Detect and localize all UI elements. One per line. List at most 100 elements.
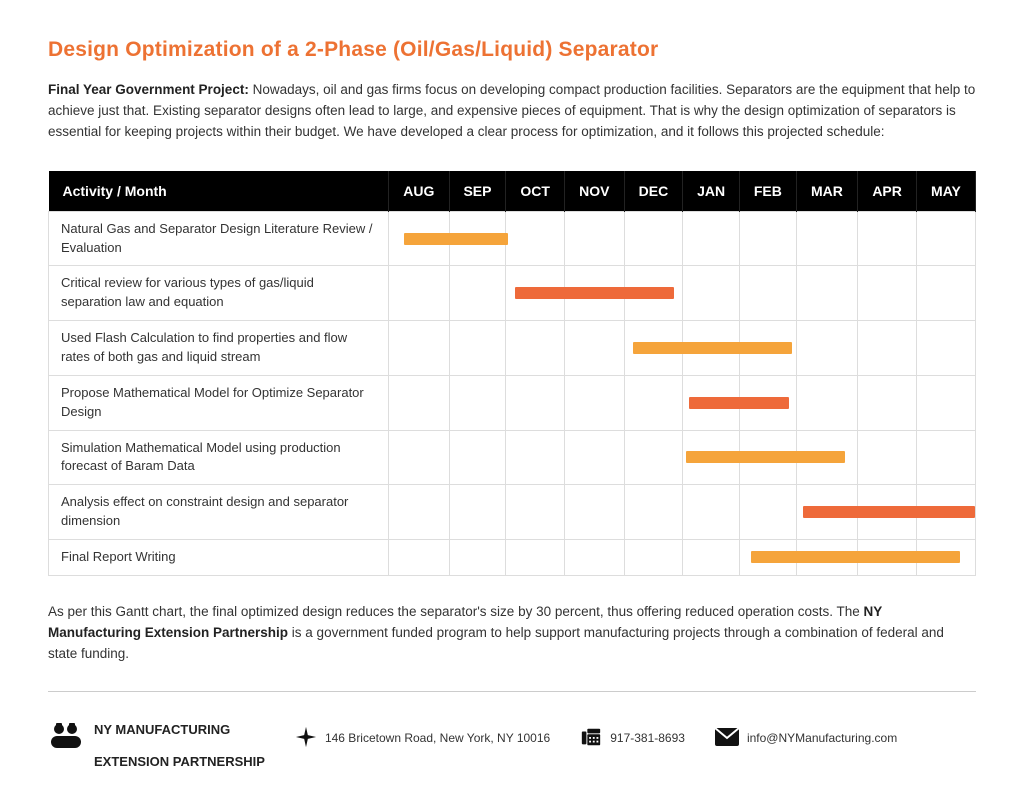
org-block: NY MANUFACTURING EXTENSION PARTNERSHIP: [48, 706, 265, 771]
month-cell: [449, 211, 506, 266]
month-cell: [683, 430, 740, 485]
month-cell: [449, 539, 506, 575]
month-cell: [506, 485, 565, 540]
col-month: SEP: [449, 171, 506, 212]
month-cell: [796, 211, 858, 266]
month-cell: [916, 211, 975, 266]
activity-cell: Propose Mathematical Model for Optimize …: [49, 375, 389, 430]
month-cell: [683, 539, 740, 575]
month-cell: [739, 211, 796, 266]
month-cell: [739, 321, 796, 376]
month-cell: [389, 266, 450, 321]
month-cell: [564, 211, 624, 266]
month-cell: [506, 321, 565, 376]
activity-cell: Final Report Writing: [49, 539, 389, 575]
month-cell: [624, 485, 683, 540]
month-cell: [564, 266, 624, 321]
month-cell: [683, 485, 740, 540]
month-cell: [739, 430, 796, 485]
table-row: Propose Mathematical Model for Optimize …: [49, 375, 976, 430]
people-icon: [48, 720, 84, 756]
table-row: Natural Gas and Separator Design Literat…: [49, 211, 976, 266]
month-cell: [506, 375, 565, 430]
footer-divider: [48, 691, 976, 692]
month-cell: [506, 211, 565, 266]
gantt-table: Activity / Month AUG SEP OCT NOV DEC JAN…: [48, 171, 976, 576]
email-text: info@NYManufacturing.com: [747, 731, 897, 745]
col-month: MAR: [796, 171, 858, 212]
month-cell: [624, 266, 683, 321]
col-activity: Activity / Month: [49, 171, 389, 212]
month-cell: [796, 539, 858, 575]
month-cell: [858, 430, 917, 485]
month-cell: [916, 375, 975, 430]
month-cell: [796, 375, 858, 430]
intro-paragraph: Final Year Government Project: Nowadays,…: [48, 80, 976, 143]
month-cell: [624, 211, 683, 266]
month-cell: [564, 430, 624, 485]
month-cell: [506, 539, 565, 575]
org-line2: EXTENSION PARTNERSHIP: [94, 754, 265, 769]
outro-paragraph: As per this Gantt chart, the final optim…: [48, 602, 976, 665]
table-row: Analysis effect on constraint design and…: [49, 485, 976, 540]
address-text: 146 Bricetown Road, New York, NY 10016: [325, 731, 550, 745]
month-cell: [916, 321, 975, 376]
table-row: Critical review for various types of gas…: [49, 266, 976, 321]
month-cell: [389, 485, 450, 540]
page-title: Design Optimization of a 2-Phase (Oil/Ga…: [48, 38, 976, 62]
month-cell: [389, 430, 450, 485]
month-cell: [916, 485, 975, 540]
month-cell: [739, 539, 796, 575]
month-cell: [389, 539, 450, 575]
month-cell: [683, 321, 740, 376]
col-month: AUG: [389, 171, 450, 212]
footer: NY MANUFACTURING EXTENSION PARTNERSHIP 1…: [48, 706, 976, 771]
month-cell: [449, 430, 506, 485]
month-cell: [624, 321, 683, 376]
compass-icon: [295, 726, 317, 751]
month-cell: [564, 539, 624, 575]
month-cell: [739, 266, 796, 321]
month-cell: [858, 539, 917, 575]
table-row: Final Report Writing: [49, 539, 976, 575]
month-cell: [683, 211, 740, 266]
month-cell: [449, 266, 506, 321]
month-cell: [389, 321, 450, 376]
intro-bold: Final Year Government Project:: [48, 82, 249, 97]
activity-cell: Simulation Mathematical Model using prod…: [49, 430, 389, 485]
table-row: Used Flash Calculation to find propertie…: [49, 321, 976, 376]
month-cell: [564, 375, 624, 430]
address-block: 146 Bricetown Road, New York, NY 10016: [295, 726, 550, 751]
envelope-icon: [715, 728, 739, 749]
month-cell: [683, 266, 740, 321]
fax-icon: [580, 726, 602, 751]
month-cell: [564, 485, 624, 540]
month-cell: [683, 375, 740, 430]
month-cell: [506, 266, 565, 321]
month-cell: [624, 375, 683, 430]
month-cell: [858, 266, 917, 321]
month-cell: [389, 211, 450, 266]
month-cell: [858, 485, 917, 540]
email-block: info@NYManufacturing.com: [715, 728, 897, 749]
month-cell: [624, 539, 683, 575]
col-month: MAY: [916, 171, 975, 212]
col-month: OCT: [506, 171, 565, 212]
outro-pre: As per this Gantt chart, the final optim…: [48, 604, 864, 619]
month-cell: [739, 375, 796, 430]
activity-cell: Natural Gas and Separator Design Literat…: [49, 211, 389, 266]
month-cell: [506, 430, 565, 485]
col-month: DEC: [624, 171, 683, 212]
month-cell: [796, 321, 858, 376]
month-cell: [858, 321, 917, 376]
month-cell: [796, 430, 858, 485]
month-cell: [796, 266, 858, 321]
month-cell: [449, 321, 506, 376]
col-month: APR: [858, 171, 917, 212]
month-cell: [564, 321, 624, 376]
col-month: NOV: [564, 171, 624, 212]
month-cell: [916, 266, 975, 321]
month-cell: [796, 485, 858, 540]
activity-cell: Analysis effect on constraint design and…: [49, 485, 389, 540]
month-cell: [858, 211, 917, 266]
